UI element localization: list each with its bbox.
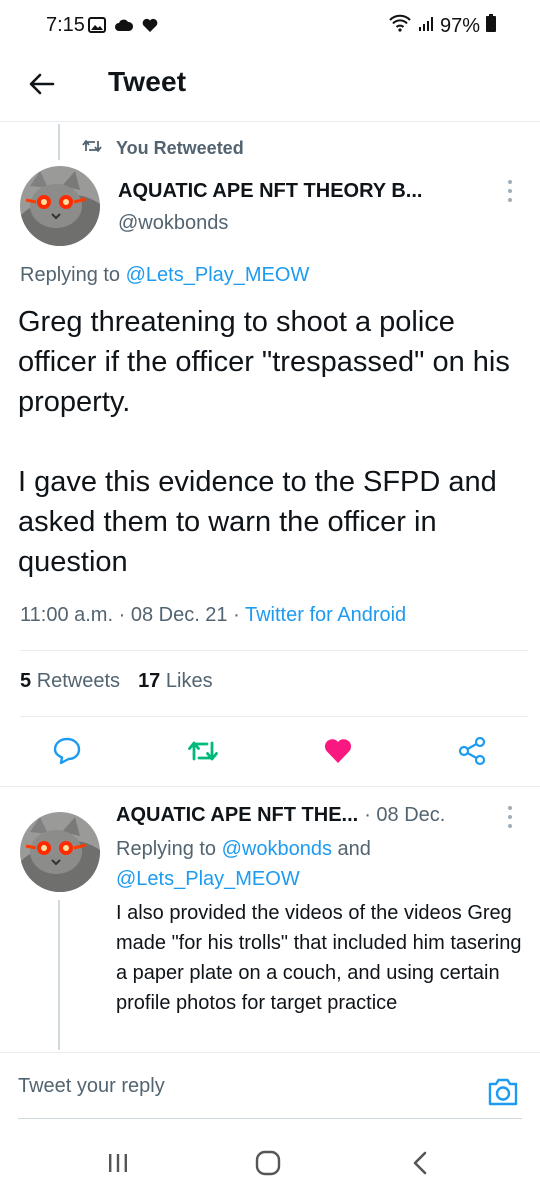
system-status: 97%	[388, 14, 496, 38]
retweet-button[interactable]	[186, 736, 220, 770]
replying-to: Replying to @Lets_Play_MEOW	[20, 264, 309, 287]
thread-connector-line	[58, 900, 60, 1050]
replying-to-prefix: Replying to	[20, 264, 126, 286]
back-nav-button[interactable]	[400, 1150, 440, 1180]
reply-input[interactable]	[18, 1075, 458, 1098]
camera-icon	[486, 1078, 520, 1113]
more-options-icon[interactable]	[500, 806, 520, 828]
status-bar: 7:15 97%	[0, 0, 540, 56]
tweet-text: Greg threatening to shoot a police offic…	[18, 302, 530, 582]
heart-filled-icon	[323, 737, 353, 770]
mention-link[interactable]: @wokbonds	[222, 838, 332, 860]
battery-level: 97%	[439, 14, 480, 37]
recent-apps-icon	[106, 1152, 130, 1179]
reply-replying-to: Replying to @wokbonds and @Lets_Play_MEO…	[116, 834, 516, 894]
image-icon	[88, 17, 106, 38]
tweet-text-paragraph: I gave this evidence to the SFPD and ask…	[18, 466, 497, 578]
replying-to-and: and	[332, 838, 371, 860]
replying-to-prefix: Replying to	[116, 838, 222, 860]
tweet-time: 11:00 a.m.	[20, 604, 114, 626]
heart-icon	[142, 18, 158, 38]
compose-bar	[0, 1052, 540, 1118]
reply-date: · 08 Dec.	[364, 804, 446, 826]
avatar[interactable]	[20, 812, 100, 892]
divider	[20, 716, 528, 717]
reply-icon	[52, 736, 82, 771]
divider	[20, 650, 528, 651]
meta-separator: ·	[118, 604, 126, 626]
likes-count: 17	[138, 670, 161, 692]
retweets-stat[interactable]: 5 Retweets	[20, 670, 120, 693]
retweets-label: Retweets	[36, 670, 121, 692]
home-icon	[255, 1150, 281, 1181]
likes-label: Likes	[165, 670, 213, 692]
signal-icon	[418, 15, 434, 38]
mention-link[interactable]: @Lets_Play_MEOW	[126, 264, 310, 286]
battery-icon	[486, 14, 496, 38]
mention-link[interactable]: @Lets_Play_MEOW	[116, 868, 300, 890]
arrow-left-icon	[29, 73, 55, 100]
reply-button[interactable]	[50, 736, 84, 770]
tweet-meta: 11:00 a.m. · 08 Dec. 21 · Twitter for An…	[20, 604, 406, 627]
app-header: Tweet	[0, 56, 540, 122]
author-handle[interactable]: @wokbonds	[118, 212, 228, 235]
meta-separator: ·	[233, 604, 240, 626]
share-icon	[457, 736, 487, 771]
retweet-icon	[187, 738, 219, 769]
avatar[interactable]	[20, 166, 100, 246]
tweet-date: 08 Dec. 21	[130, 604, 228, 626]
tweet-text-paragraph: Greg threatening to shoot a police offic…	[18, 306, 510, 418]
thread-connector-line	[58, 124, 60, 160]
retweet-context-label: You Retweeted	[116, 138, 244, 158]
home-button[interactable]	[248, 1150, 288, 1180]
reply-author-line: AQUATIC APE NFT THE... · 08 Dec.	[116, 804, 445, 827]
status-time: 7:15	[46, 14, 85, 36]
chevron-left-icon	[412, 1151, 428, 1180]
recent-apps-button[interactable]	[98, 1150, 138, 1180]
reply-text: I also provided the videos of the videos…	[116, 902, 522, 1014]
like-button[interactable]	[321, 736, 355, 770]
retweet-context[interactable]: You Retweeted	[82, 138, 244, 159]
more-options-icon[interactable]	[500, 180, 520, 202]
likes-stat[interactable]: 17 Likes	[138, 670, 213, 693]
back-button[interactable]	[22, 66, 62, 106]
camera-button[interactable]	[486, 1075, 520, 1109]
notification-icons	[88, 17, 158, 38]
reply-author-name[interactable]: AQUATIC APE NFT THE...	[116, 804, 358, 826]
wifi-icon	[388, 14, 412, 38]
share-button[interactable]	[455, 736, 489, 770]
compose-underline	[18, 1118, 522, 1119]
divider	[0, 786, 540, 787]
tweet-source-link[interactable]: Twitter for Android	[245, 604, 406, 626]
retweet-icon	[82, 138, 102, 159]
author-name[interactable]: AQUATIC APE NFT THEORY B...	[118, 180, 422, 203]
retweets-count: 5	[20, 670, 32, 692]
system-nav-bar	[0, 1130, 540, 1200]
tweet-stats: 5 Retweets 17 Likes	[20, 670, 213, 693]
tweet-action-bar	[0, 730, 540, 774]
cloud-icon	[114, 18, 134, 37]
page-title: Tweet	[108, 66, 187, 97]
